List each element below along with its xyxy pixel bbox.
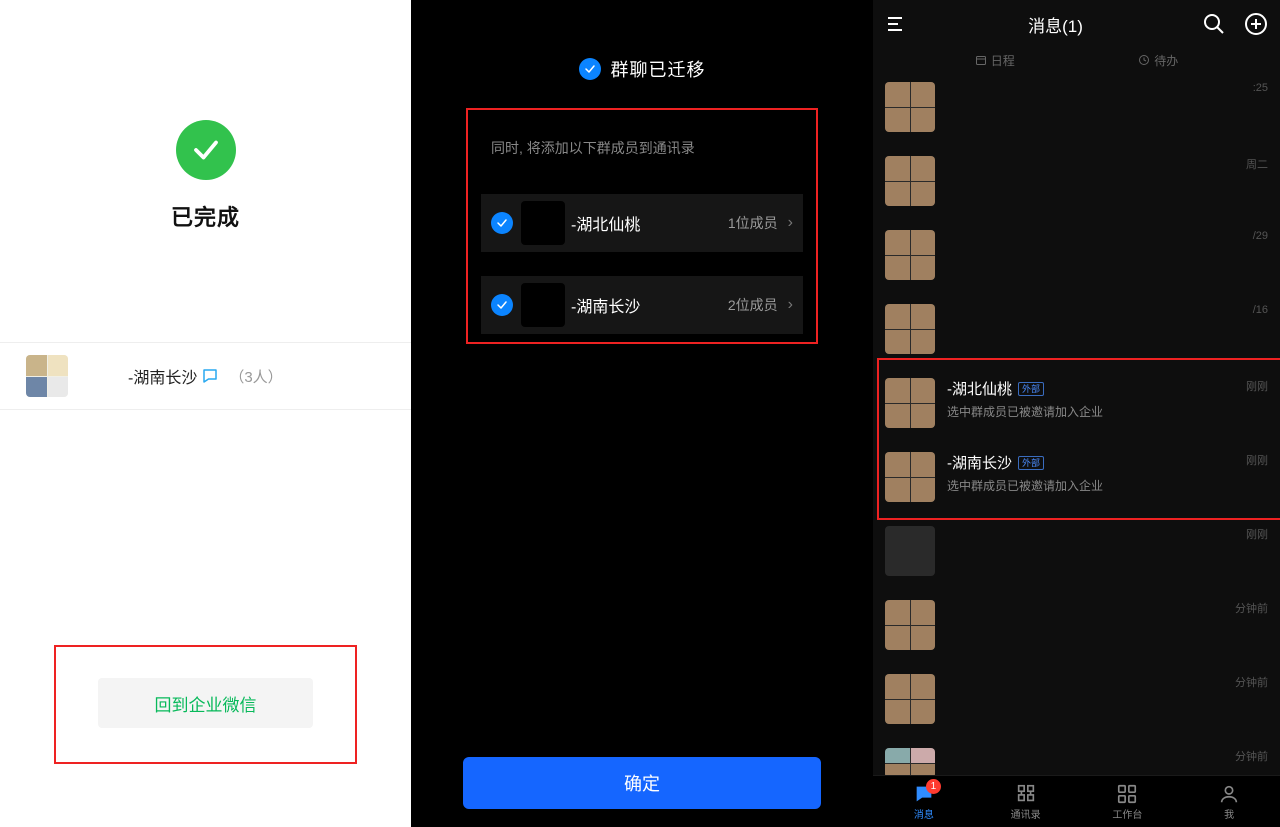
group-location-label: -湖南长沙: [571, 293, 640, 317]
chat-time: 分钟前: [1235, 674, 1268, 690]
member-count-label: 2位成员: [728, 295, 778, 315]
chat-avatar: [885, 230, 935, 280]
chat-item[interactable]: /29: [873, 220, 1280, 294]
chat-time: 刚刚: [1246, 526, 1268, 542]
chat-avatar: [885, 748, 935, 778]
menu-icon[interactable]: [885, 12, 909, 36]
search-icon[interactable]: [1202, 12, 1226, 36]
chevron-right-icon: ›: [788, 296, 793, 314]
chat-avatar: [885, 156, 935, 206]
chat-avatar: [885, 304, 935, 354]
chat-item[interactable]: /16: [873, 294, 1280, 368]
tab-messages[interactable]: 消息 1: [873, 776, 975, 827]
group-name-label: -湖南长沙: [128, 364, 197, 388]
member-count-label: 1位成员: [728, 213, 778, 233]
check-icon: [491, 212, 513, 234]
chat-time: 分钟前: [1235, 748, 1268, 764]
bottom-tabbar: 消息 1 通讯录 工作台 我: [873, 775, 1280, 827]
top-filter-tabs: 日程 待办: [873, 48, 1280, 72]
chat-avatar: [885, 526, 935, 576]
chat-time: /29: [1253, 230, 1268, 242]
return-to-wecom-button[interactable]: 回到企业微信: [98, 678, 313, 728]
annotation-highlight-box: [877, 358, 1280, 520]
calendar-tab[interactable]: 日程: [975, 52, 1015, 69]
chat-avatar: [885, 82, 935, 132]
group-avatar: [26, 355, 68, 397]
panel-migration-confirm: 群聊已迁移 同时, 将添加以下群成员到通讯录 -湖北仙桃 1位成员 › -湖南长…: [411, 0, 873, 827]
header-title: 消息(1): [909, 12, 1202, 37]
panel-messages-list: 消息(1) 日程 待办 :25 周二: [873, 0, 1280, 827]
chat-item[interactable]: :25: [873, 72, 1280, 146]
confirm-button[interactable]: 确定: [463, 757, 821, 809]
chat-bubble-icon: [201, 367, 219, 385]
chat-time: 分钟前: [1235, 600, 1268, 616]
tab-workbench[interactable]: 工作台: [1077, 776, 1179, 827]
group-location-label: -湖北仙桃: [571, 211, 640, 235]
chat-time: 周二: [1246, 156, 1268, 172]
chat-item[interactable]: 刚刚: [873, 516, 1280, 590]
chat-avatar: [885, 600, 935, 650]
check-icon: [579, 58, 601, 80]
migrated-title: 群聊已迁移: [611, 56, 706, 82]
tab-me[interactable]: 我: [1178, 776, 1280, 827]
group-name-area: -湖南长沙 （3人）: [128, 364, 283, 388]
tab-contacts[interactable]: 通讯录: [975, 776, 1077, 827]
migration-hint-text: 同时, 将添加以下群成员到通讯录: [491, 138, 695, 158]
completion-title: 已完成: [171, 200, 240, 232]
chat-item[interactable]: 分钟前: [873, 590, 1280, 664]
success-check-icon: [176, 120, 236, 180]
migrated-group-row[interactable]: -湖南长沙 （3人）: [0, 342, 411, 410]
panel-completion: 已完成 -湖南长沙 （3人） 回到企业微信: [0, 0, 411, 827]
chat-time: :25: [1253, 82, 1268, 94]
chat-item[interactable]: 周二: [873, 146, 1280, 220]
group-avatar-placeholder: [521, 283, 565, 327]
group-avatar-placeholder: [521, 201, 565, 245]
chevron-right-icon: ›: [788, 214, 793, 232]
member-group-row[interactable]: -湖南长沙 2位成员 ›: [481, 276, 803, 334]
unread-badge: 1: [926, 779, 941, 794]
todo-tab[interactable]: 待办: [1138, 52, 1178, 69]
chat-time: /16: [1253, 304, 1268, 316]
chat-avatar: [885, 674, 935, 724]
messages-header: 消息(1): [873, 0, 1280, 48]
add-icon[interactable]: [1244, 12, 1268, 36]
migrated-header: 群聊已迁移: [579, 56, 706, 82]
chat-item[interactable]: 分钟前: [873, 738, 1280, 778]
group-member-count: （3人）: [229, 366, 282, 387]
chat-item[interactable]: 分钟前: [873, 664, 1280, 738]
check-icon: [491, 294, 513, 316]
member-group-row[interactable]: -湖北仙桃 1位成员 ›: [481, 194, 803, 252]
